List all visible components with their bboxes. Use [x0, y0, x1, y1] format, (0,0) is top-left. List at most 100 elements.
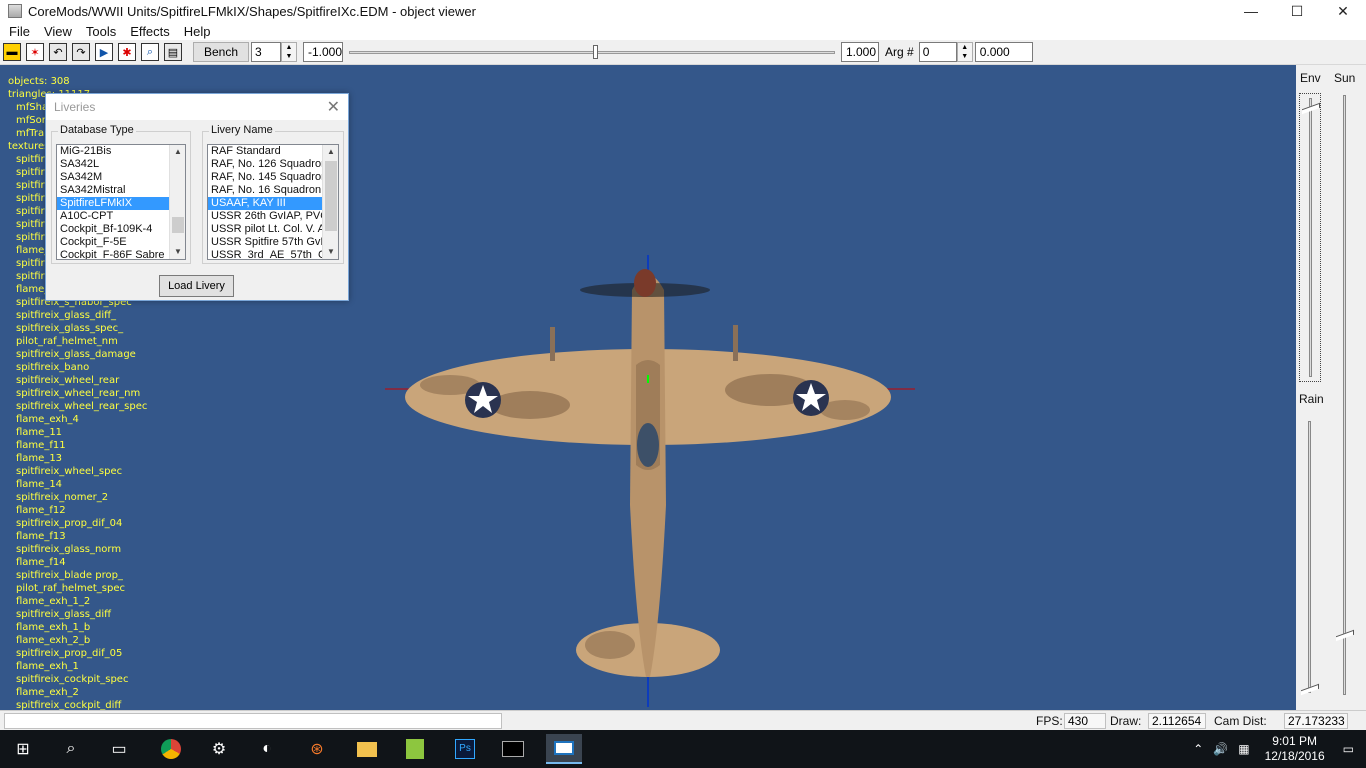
- max-value-field[interactable]: 1.000: [841, 42, 879, 62]
- clock-time: 9:01 PM: [1272, 734, 1317, 748]
- skeleton-icon[interactable]: ✶: [26, 43, 44, 61]
- open-folder-icon[interactable]: ▬: [3, 43, 21, 61]
- object-line: spitfireix_nomer_2: [16, 492, 109, 503]
- tray-up-chevron-icon[interactable]: ⌃: [1193, 742, 1203, 756]
- list-item[interactable]: USSR 26th GvIAP, PVO: [208, 210, 338, 223]
- search-icon[interactable]: ⌕: [56, 734, 86, 764]
- object-line: objects: 308: [8, 76, 70, 87]
- window-title: CoreMods/WWII Units/SpitfireLFMkIX/Shape…: [28, 3, 476, 19]
- network-icon[interactable]: ▦: [1238, 742, 1249, 756]
- livery-scrollbar[interactable]: ▲ ▼: [322, 145, 338, 259]
- arg-slider[interactable]: [349, 42, 835, 62]
- propeller-spinner: [634, 269, 656, 297]
- character-icon[interactable]: ✱: [118, 43, 136, 61]
- command-input[interactable]: [4, 713, 502, 729]
- list-item[interactable]: Cockpit_F-5E: [57, 236, 185, 249]
- database-type-group: Database Type MiG-21Bis SA342L SA342M SA…: [51, 124, 191, 264]
- list-item[interactable]: RAF, No. 126 Squadron: [208, 158, 338, 171]
- list-item[interactable]: USSR pilot Lt. Col. V. A: [208, 223, 338, 236]
- file-explorer-icon[interactable]: [352, 734, 382, 764]
- list-item[interactable]: RAF Standard: [208, 145, 338, 158]
- steam-icon[interactable]: ⚙: [204, 734, 234, 764]
- list-item-selected[interactable]: USAAF, KAY III: [208, 197, 338, 210]
- play-icon[interactable]: ▶: [95, 43, 113, 61]
- object-line: spitfireix_glass_norm: [16, 544, 122, 555]
- menu-view[interactable]: View: [37, 24, 79, 39]
- object-line: spitfireix_blade prop_: [16, 570, 123, 581]
- object-line: pilot_raf_helmet_nm: [16, 336, 118, 347]
- object-line: spitfireix_bano: [16, 362, 90, 373]
- undo-icon[interactable]: ↶: [49, 43, 67, 61]
- notifications-icon[interactable]: ▭: [1343, 742, 1354, 756]
- list-item[interactable]: USSR Spitfire 57th GvIAP: [208, 236, 338, 249]
- list-item[interactable]: SA342L: [57, 158, 185, 171]
- redo-icon[interactable]: ↷: [72, 43, 90, 61]
- bench-button[interactable]: Bench: [193, 42, 249, 62]
- list-item[interactable]: Cockpit_F-86F Sabre: [57, 249, 185, 259]
- volume-icon[interactable]: 🔊: [1213, 742, 1228, 756]
- notepad-plus-icon[interactable]: [400, 734, 430, 764]
- zoom-icon[interactable]: ⌕: [141, 43, 159, 61]
- min-value-field[interactable]: -1.000: [303, 42, 343, 62]
- list-item-selected[interactable]: SpitfireLFMkIX: [57, 197, 185, 210]
- livery-name-list[interactable]: RAF Standard RAF, No. 126 Squadron RAF, …: [207, 144, 339, 260]
- start-windows-icon[interactable]: ⊞: [8, 734, 38, 764]
- env-slider[interactable]: [1299, 93, 1321, 382]
- menu-help[interactable]: Help: [177, 24, 218, 39]
- list-item[interactable]: A10C-CPT: [57, 210, 185, 223]
- rain-slider-track: [1308, 421, 1311, 693]
- list-item[interactable]: SA342Mistral: [57, 184, 185, 197]
- blender-icon[interactable]: ⊛: [302, 734, 332, 764]
- terminal-icon[interactable]: [498, 734, 528, 764]
- load-livery-button[interactable]: Load Livery: [159, 275, 234, 297]
- system-tray: ⌃ 🔊 ▦ 9:01 PM 12/18/2016 ▭: [1188, 730, 1366, 768]
- scroll-up-icon[interactable]: ▲: [323, 145, 338, 159]
- arg-result-field[interactable]: 0.000: [974, 42, 1033, 62]
- cam-dist-label: Cam Dist:: [1214, 714, 1267, 728]
- list-item[interactable]: Cockpit_Bf-109K-4: [57, 223, 185, 236]
- dialog-close-icon[interactable]: ✕: [327, 97, 340, 117]
- object-line: spitfireix_cockpit_diff: [16, 700, 122, 710]
- fps-value: 430: [1064, 713, 1106, 729]
- bench-count-arrows[interactable]: ▲ ▼: [281, 42, 297, 62]
- database-type-list[interactable]: MiG-21Bis SA342L SA342M SA342Mistral Spi…: [56, 144, 186, 260]
- toolbar: ▬ ✶ ↶ ↷ ▶ ✱ ⌕ ▤ Bench 3 ▲ ▼ -1.000 1.000 …: [0, 40, 1366, 65]
- menu-effects[interactable]: Effects: [123, 24, 177, 39]
- scroll-thumb[interactable]: [325, 161, 337, 231]
- scroll-thumb[interactable]: [172, 217, 184, 233]
- clock[interactable]: 9:01 PM 12/18/2016: [1265, 734, 1325, 764]
- maximize-button[interactable]: ☐: [1274, 0, 1320, 22]
- object-viewer-taskbar-icon[interactable]: [546, 734, 582, 764]
- list-item[interactable]: RAF, No. 16 Squadron: [208, 184, 338, 197]
- list-item[interactable]: SA342M: [57, 171, 185, 184]
- object-line: flame_13: [16, 453, 63, 464]
- properties-icon[interactable]: ▤: [164, 43, 182, 61]
- chrome-icon[interactable]: [156, 734, 186, 764]
- livery-name-label: Livery Name: [209, 124, 275, 136]
- slider-thumb[interactable]: [593, 45, 598, 59]
- bench-count-field[interactable]: 3: [251, 42, 281, 62]
- arg-field[interactable]: 0: [918, 42, 957, 62]
- task-view-icon[interactable]: ▭: [104, 734, 134, 764]
- list-item[interactable]: USSR_3rd_AE_57th_GvIAP: [208, 249, 338, 259]
- fuselage-shape: [630, 275, 666, 677]
- list-item[interactable]: RAF, No. 145 Squadron: [208, 171, 338, 184]
- database-scrollbar[interactable]: ▲ ▼: [169, 145, 185, 259]
- dcs-app-icon[interactable]: ◐: [252, 734, 282, 764]
- scroll-up-icon[interactable]: ▲: [170, 145, 185, 159]
- minimize-button[interactable]: —: [1228, 0, 1274, 22]
- menu-file[interactable]: File: [2, 24, 37, 39]
- scroll-down-icon[interactable]: ▼: [170, 245, 185, 259]
- taskbar: ⊞ ⌕ ▭ ⚙ ◐ ⊛ Ps ⌃ 🔊 ▦ 9:01 PM 12/18/2016 …: [0, 730, 1366, 768]
- rain-slider[interactable]: [1299, 421, 1321, 696]
- cam-dist-value: 27.173233: [1284, 713, 1348, 729]
- close-button[interactable]: ✕: [1320, 0, 1366, 22]
- scroll-down-icon[interactable]: ▼: [323, 245, 338, 259]
- menu-tools[interactable]: Tools: [79, 24, 123, 39]
- photoshop-icon[interactable]: Ps: [450, 734, 480, 764]
- arg-spinner: 0 ▲ ▼: [918, 42, 973, 62]
- arg-arrows[interactable]: ▲ ▼: [956, 42, 973, 62]
- sun-slider[interactable]: [1334, 95, 1356, 695]
- list-item[interactable]: MiG-21Bis: [57, 145, 185, 158]
- object-line: spitfireix_wheel_rear_nm: [16, 388, 141, 399]
